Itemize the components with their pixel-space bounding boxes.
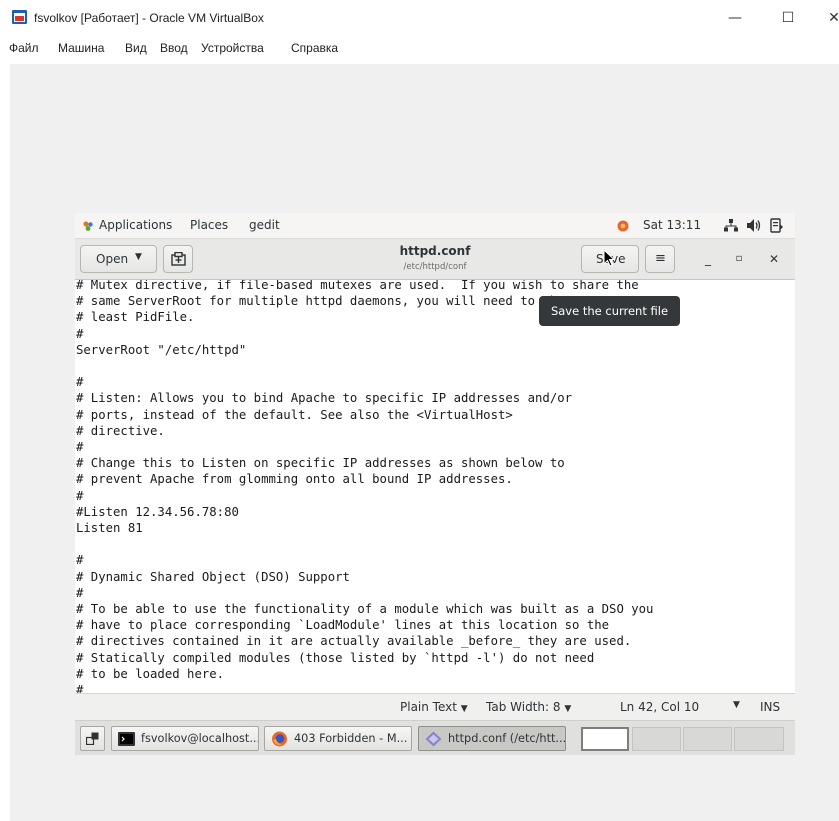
show-desktop-button[interactable] [80, 726, 105, 751]
taskbar-window-label: 403 Forbidden - M... [294, 732, 408, 745]
open-button-label: Open [96, 252, 129, 266]
language-label: Plain Text [400, 700, 457, 714]
terminal-icon [118, 732, 135, 746]
host-menubar: Файл Машина Вид Ввод Устройства Справка [0, 36, 839, 60]
text-editor[interactable]: # Mutex directive, if file-based mutexes… [75, 280, 795, 693]
mouse-pointer-icon [603, 249, 616, 267]
menu-icon: ≡ [655, 251, 666, 266]
host-menu-devices[interactable]: Устройства [201, 41, 264, 55]
code-line: # least PidFile. [76, 310, 195, 325]
code-line: # same ServerRoot for multiple httpd dae… [76, 294, 610, 309]
chevron-down-icon: ▼ [564, 704, 572, 714]
host-menu-input[interactable]: Ввод [160, 41, 188, 55]
code-line: # to be loaded here. [76, 666, 225, 681]
taskbar-window-firefox[interactable]: 403 Forbidden - M... [264, 726, 412, 751]
host-minimize-button[interactable]: — [715, 4, 755, 32]
virtualbox-icon [12, 10, 27, 24]
gedit-icon [425, 731, 442, 747]
host-close-button[interactable]: ✕ [814, 4, 839, 32]
code-line: # have to place corresponding `LoadModul… [76, 618, 610, 633]
code-line: # Listen: Allows you to bind Apache to s… [76, 391, 573, 406]
taskbar-window-gedit[interactable]: httpd.conf (/etc/htt... [418, 726, 566, 751]
gnome-topbar: Applications Places gedit Sat 13:11 [75, 213, 795, 239]
host-menu-machine[interactable]: Машина [58, 41, 104, 55]
show-desktop-icon [86, 732, 99, 745]
app-menu-gedit[interactable]: gedit [249, 218, 280, 232]
close-window-button[interactable]: ✕ [763, 249, 785, 269]
chevron-down-icon: ▼ [135, 252, 142, 262]
code-line: ServerRoot "/etc/httpd" [76, 342, 247, 357]
cursor-position[interactable]: Ln 42, Col 10 [620, 700, 699, 714]
workspace-2[interactable] [632, 727, 681, 751]
code-line: # [76, 326, 84, 341]
code-line: Listen 81 [76, 521, 143, 535]
taskbar-window-label: httpd.conf (/etc/htt... [448, 732, 566, 745]
code-line: # directives contained in it are actuall… [76, 634, 632, 649]
code-line: # Mutex directive, if file-based mutexes… [76, 280, 639, 292]
host-menu-file[interactable]: Файл [9, 41, 39, 55]
power-menu-icon[interactable] [770, 218, 783, 233]
code-line: # prevent Apache from glomming onto all … [76, 472, 513, 487]
network-icon[interactable] [724, 219, 738, 232]
places-menu[interactable]: Places [190, 218, 228, 232]
code-line: #Listen 12.34.56.78:80 [76, 504, 239, 519]
firefox-icon [272, 731, 287, 747]
open-button[interactable]: Open ▼ [80, 245, 157, 273]
status-indicator-icon[interactable] [617, 220, 629, 232]
language-selector[interactable]: Plain Text ▼ [400, 700, 468, 714]
host-maximize-button[interactable]: ☐ [768, 4, 808, 32]
code-line: # [76, 553, 84, 568]
taskbar-window-terminal[interactable]: fsvolkov@localhost... [111, 726, 259, 751]
workspace-4[interactable] [734, 727, 784, 751]
host-window-title: fsvolkov [Работает] - Oracle VM VirtualB… [34, 11, 264, 25]
volume-icon[interactable] [747, 219, 762, 232]
window-list-taskbar: fsvolkov@localhost... 403 Forbidden - M.… [75, 720, 795, 755]
code-line: # Statically compiled modules (those lis… [76, 650, 595, 665]
host-menu-view[interactable]: Вид [125, 41, 147, 55]
code-line: # Dynamic Shared Object (DSO) Support [76, 569, 350, 584]
minimize-window-button[interactable]: _ [697, 249, 719, 269]
insert-mode[interactable]: INS [760, 700, 780, 714]
code-line: # [76, 488, 84, 503]
host-titlebar: fsvolkov [Работает] - Oracle VM VirtualB… [0, 0, 839, 36]
chevron-down-icon: ▼ [460, 704, 468, 714]
code-line: # [76, 585, 84, 600]
code-line: # [76, 375, 84, 390]
document-path: /etc/httpd/conf [403, 262, 467, 272]
tab-width-label: Tab Width: 8 [486, 700, 561, 714]
gedit-statusbar: Plain Text ▼ Tab Width: 8 ▼ Ln 42, Col 1… [75, 693, 795, 720]
workspace-1[interactable] [581, 727, 629, 751]
hamburger-menu-button[interactable]: ≡ [645, 245, 675, 273]
chevron-down-icon[interactable]: ▼ [733, 700, 740, 710]
code-line: # [76, 440, 84, 454]
new-document-button[interactable] [163, 245, 193, 273]
applications-menu[interactable]: Applications [99, 218, 172, 232]
workspace-3[interactable] [683, 727, 732, 751]
taskbar-window-label: fsvolkov@localhost... [141, 732, 259, 745]
gedit-headerbar: Open ▼ httpd.conf /etc/httpd/conf Save ≡… [75, 239, 795, 280]
code-line: # directive. [76, 423, 165, 438]
clock[interactable]: Sat 13:11 [643, 218, 701, 232]
tab-width-selector[interactable]: Tab Width: 8 ▼ [486, 700, 571, 714]
document-title: httpd.conf [399, 244, 471, 258]
save-tooltip: Save the current file [539, 296, 680, 326]
code-line: # Change this to Listen on specific IP a… [76, 456, 565, 471]
code-line: # To be able to use the functionality of… [76, 602, 654, 616]
new-tab-icon [171, 252, 186, 266]
applications-icon [83, 221, 93, 231]
code-line: # [76, 683, 84, 693]
maximize-window-button[interactable]: ▫ [728, 249, 750, 269]
host-menu-help[interactable]: Справка [291, 41, 338, 55]
code-line: # ports, instead of the default. See als… [76, 407, 513, 422]
